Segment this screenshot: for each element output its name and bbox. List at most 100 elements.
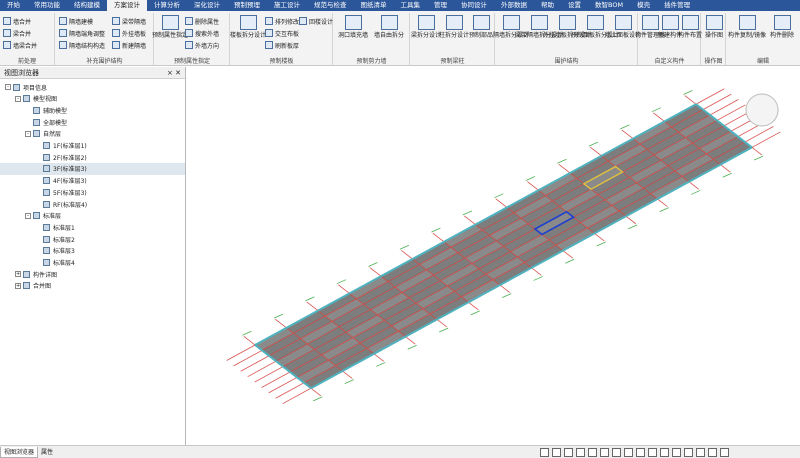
tab-0[interactable]: 开始 <box>0 0 27 11</box>
beam-split-button[interactable]: 梁拆分设计 <box>411 15 441 39</box>
expander-icon[interactable]: - <box>25 212 31 219</box>
beam-partition-button[interactable]: 梁带隔墙 <box>112 16 146 26</box>
tree-node[interactable]: 4F(标准层3) <box>0 175 185 187</box>
view-mode-icon[interactable] <box>708 448 717 457</box>
tree-node[interactable]: 标准层4 <box>0 257 185 269</box>
search-outer-wall-button[interactable]: 搜索外墙 <box>185 28 219 38</box>
expander-icon[interactable]: - <box>25 130 31 137</box>
tree-node[interactable]: - 标准层 <box>0 210 185 222</box>
tree-node[interactable]: 标准层2 <box>0 233 185 245</box>
operation-drawing-button[interactable]: 操作图 <box>704 15 724 39</box>
view-mode-icon[interactable] <box>720 448 729 457</box>
beam-merge-button[interactable]: 梁合并 <box>3 28 31 38</box>
tree-node-label: 全部模型 <box>43 119 68 127</box>
tab-11[interactable]: 管理 <box>427 0 454 11</box>
precast-attr-button[interactable]: 预制属性指定 <box>152 15 188 39</box>
component-manager-button[interactable]: 构件管理器 <box>635 15 665 39</box>
tab-view-browser[interactable]: 视图浏览器 <box>0 447 39 458</box>
tab-8[interactable]: 规范与检查 <box>307 0 354 11</box>
external-panel-icon <box>558 15 576 30</box>
refresh-thickness-button[interactable]: 刷新板厚 <box>265 40 299 50</box>
tree-node[interactable]: 全部模型 <box>0 116 185 128</box>
tree-node[interactable]: + 构件详图 <box>0 268 185 280</box>
view-mode-icon[interactable] <box>540 448 549 457</box>
wall-free-split-button[interactable]: 墙自由拆分 <box>372 15 406 39</box>
partition-detail-button[interactable]: 隔墙结构构造 <box>59 40 105 50</box>
tree-node[interactable]: - 自然层 <box>0 128 185 140</box>
view-mode-icon[interactable] <box>564 448 573 457</box>
expander-icon[interactable]: - <box>15 95 21 102</box>
slab-split-button[interactable]: 楼板拆分设计 <box>230 15 266 39</box>
tab-15[interactable]: 设置 <box>561 0 588 11</box>
expander-icon[interactable]: + <box>15 271 21 278</box>
view-mode-icon[interactable] <box>636 448 645 457</box>
tree-node[interactable]: 2F(标准层2) <box>0 151 185 163</box>
group-label-precast-beam-col: 预制梁柱 <box>440 58 465 65</box>
column-split-button[interactable]: 柱拆分设计 <box>439 15 469 39</box>
interactive-layout-button[interactable]: 交互布板 <box>265 28 299 38</box>
tab-1[interactable]: 常用功能 <box>27 0 67 11</box>
new-partition-button[interactable]: 新建隔墙 <box>112 40 146 50</box>
view-icon <box>43 142 50 149</box>
panel-controls[interactable]: × ✕ <box>167 69 181 77</box>
view-mode-icon[interactable] <box>684 448 693 457</box>
external-panel-button[interactable]: 外挂墙板 <box>112 28 146 38</box>
opening-wall-button[interactable]: 洞口填充墙 <box>336 15 370 39</box>
new-component-button[interactable]: 新建构件 <box>658 15 682 39</box>
tab-18[interactable]: 插件管理 <box>657 0 697 11</box>
expander-icon[interactable]: + <box>15 282 21 289</box>
tab-4[interactable]: 计算分析 <box>147 0 187 11</box>
tree-node[interactable]: + 合并图 <box>0 280 185 292</box>
view-icon <box>13 83 20 91</box>
tab-16[interactable]: 数智BOM <box>588 0 630 11</box>
tree-node[interactable]: RF(标准层4) <box>0 198 185 210</box>
tree-node[interactable]: - 模型视图 <box>0 93 185 105</box>
tree-node[interactable]: 5F(标准层3) <box>0 186 185 198</box>
tab-properties[interactable]: 属性 <box>38 447 56 458</box>
tree-node[interactable]: - 项目信息 <box>0 81 185 93</box>
component-layout-button[interactable]: 构件布置 <box>678 15 702 39</box>
tab-7[interactable]: 施工设计 <box>267 0 307 11</box>
view-mode-icon[interactable] <box>588 448 597 457</box>
tab-6[interactable]: 预制预埋 <box>227 0 267 11</box>
component-copy-button[interactable]: 构件复制/镜像 <box>728 15 766 39</box>
tab-9[interactable]: 图纸清单 <box>354 0 394 11</box>
group-precast-attr: 预制属性指定 删除属性 搜索外墙 外墙方向 预制属性指定 <box>152 13 230 65</box>
component-delete-button[interactable]: 构件删除 <box>767 15 797 39</box>
precast-parts-button[interactable]: 预制部品 <box>469 15 493 39</box>
outer-wall-dir-button[interactable]: 外墙方向 <box>185 40 219 50</box>
tab-10[interactable]: 工具集 <box>394 0 428 11</box>
tab-13[interactable]: 外部数据 <box>494 0 534 11</box>
view-mode-icon[interactable] <box>576 448 585 457</box>
3d-viewport[interactable] <box>187 67 800 445</box>
view-mode-icon[interactable] <box>552 448 561 457</box>
floor-design-button[interactable]: 回楼设计 <box>299 16 333 26</box>
view-mode-icon[interactable] <box>660 448 669 457</box>
tab-2[interactable]: 结构建模 <box>67 0 107 11</box>
expander-icon[interactable]: - <box>5 84 11 90</box>
view-mode-icon[interactable] <box>612 448 621 457</box>
tab-5[interactable]: 深化设计 <box>187 0 227 11</box>
tree-node[interactable]: 标准层1 <box>0 221 185 233</box>
tree-node[interactable]: 标准层3 <box>0 245 185 257</box>
tab-17[interactable]: 模壳 <box>630 0 657 11</box>
wall-panel-design-button[interactable]: 墙上面板设计 <box>605 15 641 39</box>
view-mode-icon[interactable] <box>696 448 705 457</box>
tree-node[interactable]: 1F(标准层1) <box>0 140 185 152</box>
tree-node-label: 辅助模型 <box>43 107 68 115</box>
view-mode-icon[interactable] <box>672 448 681 457</box>
view-mode-icon[interactable] <box>648 448 657 457</box>
wall-beam-merge-button[interactable]: 墙梁合并 <box>3 40 37 50</box>
partition-corner-button[interactable]: 隔墙端角调整 <box>59 28 105 38</box>
wall-merge-button[interactable]: 墙合并 <box>3 16 31 26</box>
tab-12[interactable]: 协同设计 <box>454 0 494 11</box>
partition-modeling-button[interactable]: 隔墙建模 <box>59 16 93 26</box>
delete-attr-button[interactable]: 删除属性 <box>185 16 219 26</box>
view-mode-icon[interactable] <box>600 448 609 457</box>
arrange-modify-button[interactable]: 排列修改 <box>265 16 299 26</box>
tree-node[interactable]: 3F(标准层3) <box>0 162 185 175</box>
tree-node[interactable]: 辅助模型 <box>0 104 185 116</box>
tab-14[interactable]: 帮助 <box>534 0 561 11</box>
view-mode-icon[interactable] <box>624 448 633 457</box>
tab-3[interactable]: 方案设计 <box>107 0 147 11</box>
